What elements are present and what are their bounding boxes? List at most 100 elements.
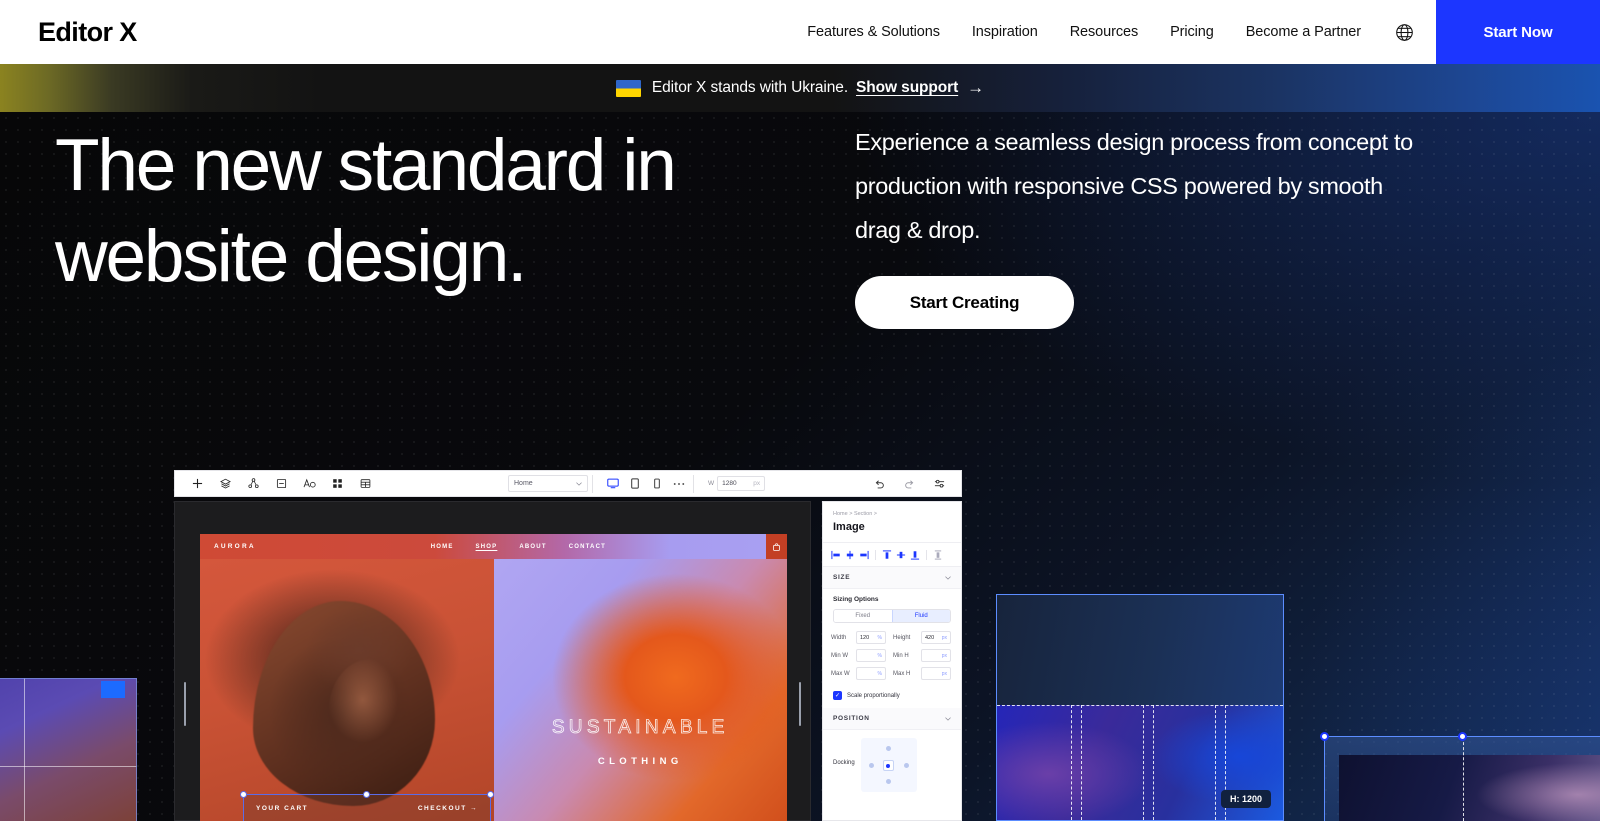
max-height-unit: px bbox=[942, 671, 947, 677]
site-nav-contact[interactable]: CONTACT bbox=[569, 544, 606, 550]
left-decorative-card bbox=[0, 678, 137, 821]
width-input[interactable]: 1280 px bbox=[717, 476, 765, 491]
column-guide bbox=[1215, 705, 1216, 820]
breakpoint-mobile-button[interactable] bbox=[647, 474, 667, 494]
text-button[interactable] bbox=[295, 472, 323, 496]
chevron-down-icon bbox=[945, 576, 951, 580]
align-right-icon[interactable] bbox=[859, 549, 869, 560]
site-headline: SUSTAINABLE bbox=[494, 717, 788, 739]
docking-row: Docking bbox=[823, 730, 961, 800]
sizing-mode-fixed[interactable]: Fixed bbox=[834, 610, 892, 622]
toolbar-divider bbox=[693, 475, 694, 493]
selected-cart-bar[interactable]: YOUR CART CHECKOUT → bbox=[243, 794, 491, 821]
max-width-input[interactable]: % bbox=[856, 667, 886, 680]
size-section-label: SIZE bbox=[833, 574, 850, 581]
grid-overlay-panel bbox=[996, 594, 1284, 821]
redo-icon bbox=[904, 478, 915, 489]
editor-x-logo[interactable]: Editor X bbox=[0, 0, 137, 64]
page-selector[interactable]: Home bbox=[508, 475, 588, 492]
alignment-toolbar bbox=[823, 542, 961, 567]
text-icon bbox=[303, 478, 316, 489]
start-now-button[interactable]: Start Now bbox=[1436, 0, 1600, 64]
breakpoint-group bbox=[603, 474, 689, 494]
sizing-mode-fluid[interactable]: Fluid bbox=[892, 610, 951, 622]
top-navigation: Editor X Features & Solutions Inspiratio… bbox=[0, 0, 1600, 64]
card-selection-edge bbox=[0, 678, 137, 821]
column-guide bbox=[1081, 705, 1082, 820]
plus-icon bbox=[192, 478, 203, 489]
min-width-unit: % bbox=[878, 653, 882, 659]
scale-proportionally-label: Scale proportionally bbox=[847, 693, 900, 699]
distribute-v-icon[interactable] bbox=[933, 549, 943, 560]
min-height-input[interactable]: px bbox=[921, 649, 951, 662]
size-section-header[interactable]: SIZE bbox=[823, 567, 961, 589]
align-top-icon[interactable] bbox=[882, 549, 892, 560]
cart-icon bbox=[773, 543, 780, 551]
site-nav-shop[interactable]: SHOP bbox=[476, 544, 498, 550]
show-support-link[interactable]: Show support bbox=[856, 79, 958, 97]
dock-point-top-center[interactable] bbox=[886, 746, 891, 751]
resize-handle-top-center[interactable] bbox=[1458, 732, 1467, 741]
settings-button[interactable] bbox=[925, 472, 953, 496]
undo-button[interactable] bbox=[865, 472, 893, 496]
position-section-header[interactable]: POSITION bbox=[823, 708, 961, 730]
canvas-resize-handle-left[interactable] bbox=[184, 682, 186, 726]
site-preview: AURORA HOME SHOP ABOUT CONTACT bbox=[200, 534, 787, 821]
dock-point-center-selected[interactable] bbox=[883, 760, 894, 771]
connections-button[interactable] bbox=[239, 472, 267, 496]
align-center-h-icon[interactable] bbox=[845, 549, 855, 560]
width-input[interactable]: 120 % bbox=[856, 631, 886, 644]
max-height-input[interactable]: px bbox=[921, 667, 951, 680]
add-element-button[interactable] bbox=[183, 472, 211, 496]
site-nav-links: HOME SHOP ABOUT CONTACT bbox=[431, 544, 606, 550]
page-root: Editor X Features & Solutions Inspiratio… bbox=[0, 0, 1600, 821]
docking-grid[interactable] bbox=[861, 738, 917, 792]
width-unit: % bbox=[878, 635, 882, 641]
grid-button[interactable] bbox=[351, 472, 379, 496]
dock-point-middle-left[interactable] bbox=[869, 763, 874, 768]
canvas-resize-handle-right[interactable] bbox=[799, 682, 801, 726]
start-creating-button[interactable]: Start Creating bbox=[855, 276, 1074, 329]
apps-button[interactable] bbox=[323, 472, 351, 496]
nav-item-resources[interactable]: Resources bbox=[1054, 24, 1154, 40]
ukraine-flag-icon bbox=[616, 80, 641, 97]
resize-handle-top-left[interactable] bbox=[240, 791, 247, 798]
checkout-label[interactable]: CHECKOUT → bbox=[418, 805, 478, 812]
align-bottom-icon[interactable] bbox=[910, 549, 920, 560]
nav-item-inspiration[interactable]: Inspiration bbox=[956, 24, 1054, 40]
more-icon bbox=[673, 482, 685, 486]
site-nav-about[interactable]: ABOUT bbox=[519, 544, 546, 550]
resize-handle-top-center[interactable] bbox=[363, 791, 370, 798]
alignment-divider bbox=[926, 550, 927, 560]
align-left-icon[interactable] bbox=[831, 549, 841, 560]
site-nav-home[interactable]: HOME bbox=[431, 544, 454, 550]
max-width-label: Max W bbox=[831, 671, 853, 677]
more-breakpoints-button[interactable] bbox=[669, 474, 689, 494]
nav-item-features[interactable]: Features & Solutions bbox=[791, 24, 956, 40]
breakpoint-tablet-button[interactable] bbox=[625, 474, 645, 494]
checkbox-checked-icon[interactable]: ✓ bbox=[833, 691, 842, 700]
height-label: Height bbox=[893, 635, 918, 641]
breakpoint-desktop-button[interactable] bbox=[603, 474, 623, 494]
site-cart-button[interactable] bbox=[766, 534, 787, 559]
dock-point-middle-right[interactable] bbox=[904, 763, 909, 768]
resize-handle-top-right[interactable] bbox=[487, 791, 494, 798]
page-button[interactable] bbox=[267, 472, 295, 496]
dock-point-bottom-center[interactable] bbox=[886, 779, 891, 784]
docking-label: Docking bbox=[833, 738, 855, 766]
nav-item-pricing[interactable]: Pricing bbox=[1154, 24, 1230, 40]
resize-handle-top-left[interactable] bbox=[1320, 732, 1329, 741]
max-height-label: Max H bbox=[893, 671, 918, 677]
layers-button[interactable] bbox=[211, 472, 239, 496]
min-width-input[interactable]: % bbox=[856, 649, 886, 662]
page-icon bbox=[276, 478, 287, 489]
redo-button[interactable] bbox=[895, 472, 923, 496]
height-input[interactable]: 420 px bbox=[921, 631, 951, 644]
align-middle-icon[interactable] bbox=[896, 549, 906, 560]
nav-item-become-a-partner[interactable]: Become a Partner bbox=[1230, 24, 1377, 40]
ukraine-support-banner: Editor X stands with Ukraine. Show suppo… bbox=[0, 64, 1600, 112]
language-selector[interactable] bbox=[1377, 0, 1436, 64]
scale-proportionally-row[interactable]: ✓ Scale proportionally bbox=[823, 685, 961, 708]
layers-icon bbox=[220, 478, 231, 489]
column-guide bbox=[1071, 705, 1072, 820]
